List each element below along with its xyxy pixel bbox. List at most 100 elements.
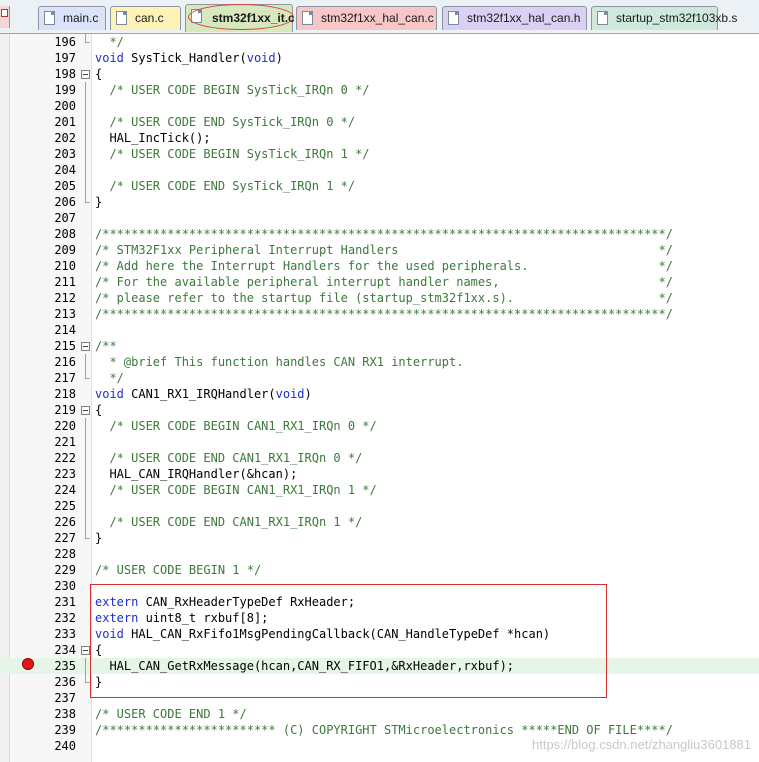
fold-guide (80, 674, 92, 690)
code-editor[interactable]: 196 */ 197 void SysTick_Handler(void) 198 {1… (0, 34, 759, 762)
code-text: /* USER CODE END SysTick_IRQn 0 */ (95, 114, 355, 130)
code-line-221[interactable] (0, 434, 759, 450)
line-number: 232 (54, 611, 76, 625)
file-icon (448, 11, 459, 25)
code-token-plain: SysTick_Handler( (123, 51, 247, 65)
line-number: 207 (54, 211, 76, 225)
code-line-234[interactable] (0, 642, 759, 658)
code-text: /* please refer to the startup file (sta… (95, 290, 673, 306)
code-text: /* USER CODE BEGIN SysTick_IRQn 1 */ (95, 146, 370, 162)
code-token-comment: /* STM32F1xx Peripheral Interrupt Handle… (95, 243, 673, 257)
line-number: 204 (54, 163, 76, 177)
tab-label: can.c (135, 11, 164, 25)
code-line-207[interactable] (0, 210, 759, 226)
code-token-comment: /* Add here the Interrupt Handlers for t… (95, 259, 673, 273)
code-line-204[interactable] (0, 162, 759, 178)
code-line-237[interactable] (0, 690, 759, 706)
code-text: /* USER CODE END SysTick_IRQn 1 */ (95, 178, 355, 194)
tab-stm32f1xx-it-c[interactable]: stm32f1xx_it.c (185, 4, 295, 32)
fold-guide (80, 434, 92, 450)
fold-guide (80, 482, 92, 498)
code-text: HAL_CAN_GetRxMessage(hcan,CAN_RX_FIFO1,&… (95, 658, 514, 674)
code-line-230[interactable] (0, 578, 759, 594)
code-text: void CAN1_RX1_IRQHandler(void) (95, 386, 312, 402)
code-text: /* USER CODE END 1 */ (95, 706, 247, 722)
code-line-206[interactable] (0, 194, 759, 210)
tab-main-c[interactable]: main.c (38, 6, 106, 30)
line-number: 212 (54, 291, 76, 305)
fold-guide (80, 82, 92, 98)
code-text: void HAL_CAN_RxFifo1MsgPendingCallback(C… (95, 626, 550, 642)
line-number: 230 (54, 579, 76, 593)
line-number: 228 (54, 547, 76, 561)
line-number: 196 (54, 35, 76, 49)
fold-guide (80, 146, 92, 162)
code-text: HAL_CAN_IRQHandler(&hcan); (95, 466, 297, 482)
fold-toggle-icon[interactable] (80, 338, 92, 354)
tab-label: main.c (63, 11, 99, 25)
code-token-plain: { (95, 403, 103, 417)
fold-guide (80, 178, 92, 194)
tab-stm32f1xx-hal-can-h[interactable]: stm32f1xx_hal_can.h (442, 6, 587, 30)
fold-toggle-icon[interactable] (80, 66, 92, 82)
code-token-comment: /* USER CODE BEGIN SysTick_IRQn 1 */ (95, 147, 370, 161)
code-token-comment: /* For the available peripheral interrup… (95, 275, 673, 289)
code-token-plain: ) (304, 387, 312, 401)
line-number: 215 (54, 339, 76, 353)
code-line-200[interactable] (0, 98, 759, 114)
fold-guide (80, 370, 92, 386)
code-token-plain: uint8_t rxbuf[8]; (138, 611, 269, 625)
code-token-plain: } (95, 195, 103, 209)
code-text: */ (95, 370, 123, 386)
fold-guide (80, 530, 92, 546)
tab-label: startup_stm32f103xb.s (616, 11, 738, 25)
fold-guide (80, 418, 92, 434)
code-token-comment: /* USER CODE END CAN1_RX1_IRQn 0 */ (95, 451, 363, 465)
fold-guide (80, 194, 92, 210)
code-line-214[interactable] (0, 322, 759, 338)
code-token-plain: HAL_IncTick(); (95, 131, 211, 145)
code-text: { (95, 642, 102, 658)
code-line-227[interactable] (0, 530, 759, 546)
code-text: /* USER CODE BEGIN CAN1_RX1_IRQn 0 */ (95, 418, 376, 434)
tab-startup-stm32f103xb-s[interactable]: startup_stm32f103xb.s (591, 6, 737, 30)
breakpoint-marker-icon[interactable] (22, 658, 34, 670)
code-token-plain: } (95, 531, 103, 545)
code-line-219[interactable] (0, 402, 759, 418)
line-number: 224 (54, 483, 76, 497)
line-number: 213 (54, 307, 76, 321)
code-line-228[interactable] (0, 546, 759, 562)
code-text: /* Add here the Interrupt Handlers for t… (95, 258, 673, 274)
code-line-198[interactable] (0, 66, 759, 82)
fold-guide (80, 498, 92, 514)
code-token-keyword: void (95, 627, 124, 641)
fold-guide (80, 354, 92, 370)
code-token-comment: /************************ (C) COPYRIGHT … (95, 723, 673, 737)
line-number: 237 (54, 691, 76, 705)
fold-toggle-icon[interactable] (80, 402, 92, 418)
fold-guide (80, 34, 92, 50)
code-text: } (95, 530, 102, 546)
code-token-comment: /* USER CODE BEGIN SysTick_IRQn 0 */ (95, 83, 370, 97)
code-text: /***************************************… (95, 306, 673, 322)
fold-toggle-icon[interactable] (80, 642, 92, 658)
line-number: 216 (54, 355, 76, 369)
code-text: * @brief This function handles CAN RX1 i… (95, 354, 463, 370)
tab-scroll-left-stub[interactable] (0, 6, 10, 28)
file-icon (191, 9, 202, 23)
code-token-comment: */ (95, 35, 124, 49)
code-text: } (95, 674, 102, 690)
line-number: 233 (54, 627, 76, 641)
line-number: 198 (54, 67, 76, 81)
code-token-comment: /* USER CODE END SysTick_IRQn 0 */ (95, 115, 356, 129)
line-number: 225 (54, 499, 76, 513)
file-icon (597, 11, 608, 25)
tab-can-c[interactable]: can.c (110, 6, 181, 30)
code-token-keyword: extern (95, 611, 139, 625)
code-line-236[interactable] (0, 674, 759, 690)
line-number: 234 (54, 643, 76, 657)
line-number: 223 (54, 467, 76, 481)
code-text: /* USER CODE BEGIN SysTick_IRQn 0 */ (95, 82, 370, 98)
code-line-225[interactable] (0, 498, 759, 514)
tab-stm32f1xx-hal-can-c[interactable]: stm32f1xx_hal_can.c (296, 6, 437, 30)
